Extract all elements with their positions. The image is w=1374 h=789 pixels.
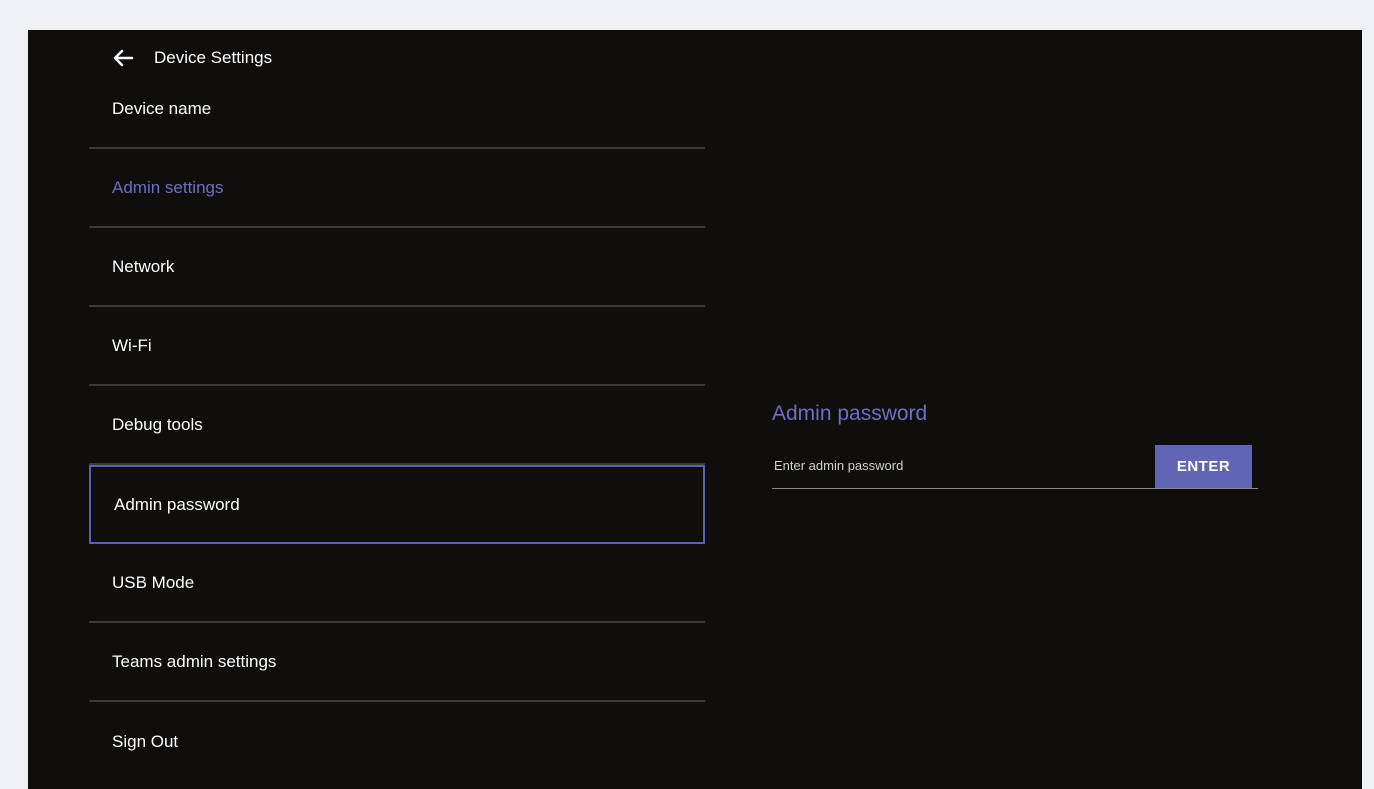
header: Device Settings [112, 44, 272, 72]
menu-item-label: Wi-Fi [112, 335, 152, 355]
enter-button[interactable]: ENTER [1155, 445, 1252, 488]
settings-menu: Device name Admin settings Network Wi-Fi… [89, 70, 705, 781]
settings-screen: Device Settings Device name Admin settin… [28, 30, 1362, 789]
menu-item-teams-admin-settings[interactable]: Teams admin settings [89, 623, 705, 702]
menu-item-device-name[interactable]: Device name [89, 70, 705, 149]
menu-item-network[interactable]: Network [89, 228, 705, 307]
admin-password-panel: Admin password ENTER [772, 402, 1258, 489]
menu-item-label: Admin settings [112, 177, 224, 197]
menu-item-label: Sign Out [112, 731, 179, 751]
menu-item-label: Network [112, 256, 175, 276]
panel-title: Admin password [772, 402, 928, 425]
page-title: Device Settings [154, 48, 273, 67]
menu-item-label: Debug tools [112, 414, 203, 434]
password-field-row: ENTER [772, 444, 1258, 489]
menu-item-admin-password[interactable]: Admin password [89, 465, 705, 544]
menu-item-label: Admin password [114, 494, 240, 514]
menu-item-usb-mode[interactable]: USB Mode [89, 544, 705, 623]
menu-item-label: Device name [112, 98, 212, 118]
menu-item-wifi[interactable]: Wi-Fi [89, 307, 705, 386]
menu-item-admin-settings[interactable]: Admin settings [89, 149, 705, 228]
admin-password-input[interactable] [772, 444, 1146, 486]
menu-item-debug-tools[interactable]: Debug tools [89, 386, 705, 465]
menu-item-label: USB Mode [112, 572, 195, 592]
arrow-left-icon[interactable] [112, 47, 134, 69]
menu-item-sign-out[interactable]: Sign Out [89, 702, 705, 781]
menu-item-label: Teams admin settings [112, 651, 277, 671]
